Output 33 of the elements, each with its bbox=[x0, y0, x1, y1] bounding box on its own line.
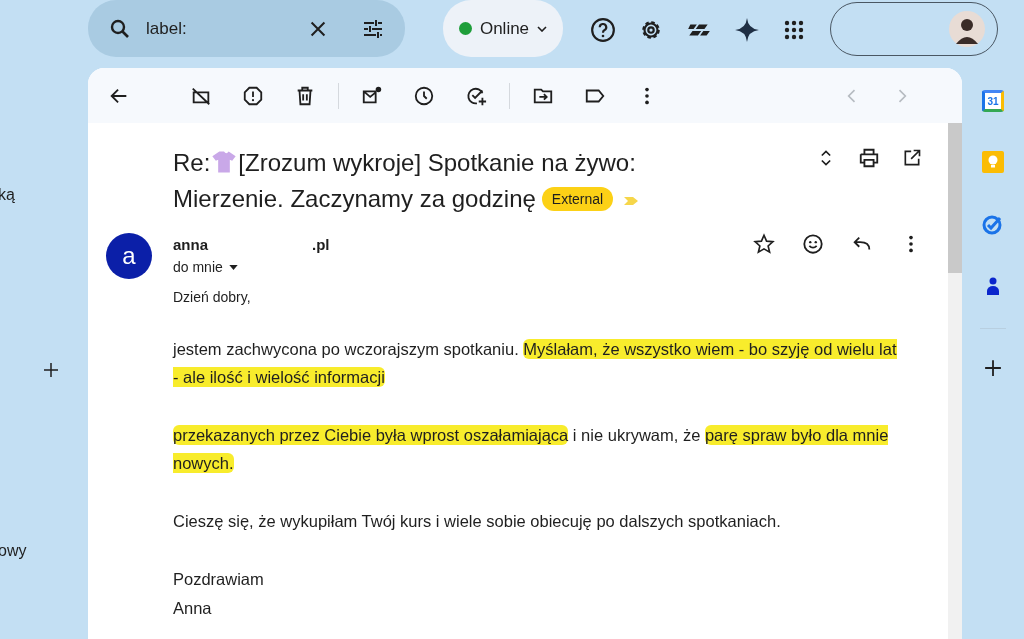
help-icon[interactable] bbox=[590, 17, 616, 43]
importance-marker-icon[interactable] bbox=[623, 196, 640, 206]
subject-text: Mierzenie. Zaczynamy za godzinę bbox=[173, 185, 536, 212]
recipient-dropdown[interactable]: do mnie bbox=[173, 259, 238, 275]
add-icon[interactable] bbox=[984, 359, 1002, 377]
search-field[interactable]: label: bbox=[146, 18, 286, 39]
message-paragraph: jestem zachwycona po wczorajszym spotkaniu. Myślałam, że wszystko wiem - bo szyję od wielu lat - ale ilość i wielość informacji bbox=[173, 338, 898, 389]
calendar-icon[interactable]: 31 bbox=[982, 90, 1004, 112]
add-icon[interactable] bbox=[43, 362, 59, 378]
subject-prefix: Re: bbox=[173, 149, 211, 176]
message-paragraph: przekazanych przez Ciebie była wprost oszałamiająca i nie ukrywam, że parę spraw było dla mnie nowych. bbox=[173, 424, 890, 475]
sender-avatar: a bbox=[106, 233, 152, 279]
caret-icon bbox=[537, 25, 548, 32]
star-icon[interactable] bbox=[753, 233, 775, 255]
open-in-new-window-icon[interactable] bbox=[902, 148, 922, 168]
caret-icon bbox=[228, 264, 238, 270]
subject-text: [Zrozum wykroje] Spotkanie na żywo: bbox=[238, 149, 636, 176]
sender-name: anna bbox=[173, 236, 208, 253]
print-icon[interactable] bbox=[858, 147, 880, 169]
greeting-text: Dzień dobry, bbox=[173, 289, 252, 305]
profile-avatar-icon bbox=[949, 11, 985, 47]
spam-icon[interactable] bbox=[242, 84, 264, 107]
sparkle-icon[interactable] bbox=[734, 17, 760, 43]
apps-icon[interactable] bbox=[782, 18, 806, 42]
signature-text: Anna bbox=[173, 598, 213, 619]
message-paragraph: Cieszę się, że wykupiłam Twój kurs i wiele sobie obiecuję po dalszych spotkaniach. bbox=[173, 511, 782, 532]
scrollbar-thumb[interactable] bbox=[948, 123, 962, 273]
sender-domain: .pl bbox=[312, 236, 330, 253]
external-tag: External bbox=[541, 187, 614, 211]
emoji-icon[interactable] bbox=[802, 233, 824, 255]
closing-text: Pozdrawiam bbox=[173, 569, 265, 590]
clock-icon[interactable] bbox=[413, 84, 435, 107]
status-button[interactable]: Online bbox=[443, 0, 563, 57]
